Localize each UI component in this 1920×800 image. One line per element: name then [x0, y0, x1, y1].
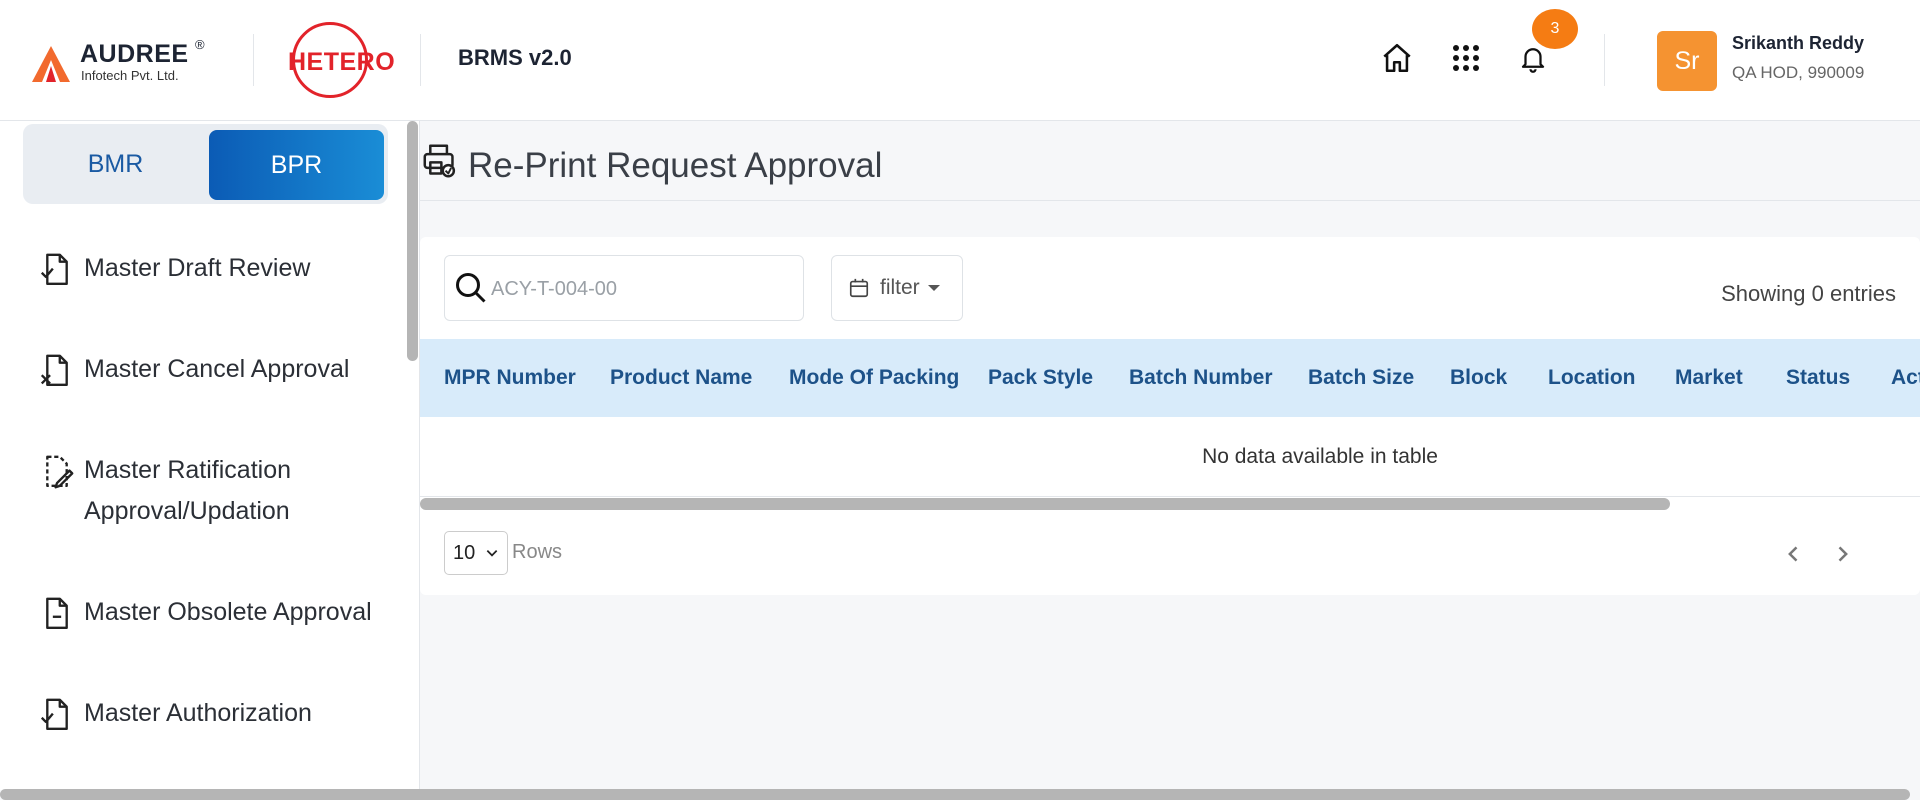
- chevron-down-icon: [486, 550, 498, 557]
- audree-logo-mark-icon: [32, 46, 70, 82]
- sidebar-item-label-line2: Approval/Updation: [84, 497, 290, 525]
- record-type-toggle: BMR BPR: [23, 124, 388, 204]
- user-role: QA HOD, 990009: [1732, 63, 1865, 82]
- filter-button[interactable]: filter: [831, 255, 963, 321]
- doc-minus-icon: [46, 597, 68, 630]
- company-subtitle: Infotech Pvt. Ltd.: [81, 68, 179, 83]
- table-horizontal-scrollbar[interactable]: [420, 498, 1670, 510]
- page-title-bar: Re-Print Request Approval: [420, 121, 1920, 201]
- client-logo-text: HETERO: [288, 48, 396, 76]
- column-header[interactable]: Location: [1548, 339, 1636, 417]
- filter-label: filter: [880, 276, 920, 299]
- doc-check-icon: [40, 253, 68, 286]
- sidebar-item-label: Master Authorization: [84, 699, 312, 727]
- sidebar-item-label: Master Cancel Approval: [84, 355, 350, 383]
- chevron-left-icon[interactable]: [1779, 537, 1809, 571]
- column-header[interactable]: Action: [1891, 339, 1920, 417]
- column-header[interactable]: Batch Number: [1129, 339, 1273, 417]
- table-header: MPR Number Product Name Mode Of Packing …: [420, 339, 1920, 417]
- doc-x-icon: [40, 354, 68, 387]
- entries-count: Showing 0 entries: [1721, 281, 1896, 306]
- user-name[interactable]: Srikanth Reddy: [1732, 33, 1864, 54]
- notification-count-badge[interactable]: 3: [1532, 9, 1578, 49]
- header-divider: [420, 34, 421, 86]
- page-title: Re-Print Request Approval: [468, 146, 883, 185]
- header-divider: [253, 34, 254, 86]
- toggle-bmr-button[interactable]: BMR: [23, 124, 208, 204]
- column-header[interactable]: Block: [1450, 339, 1507, 417]
- sidebar-scrollbar[interactable]: [407, 121, 418, 361]
- company-name: AUDREE: [80, 40, 189, 68]
- chevron-down-icon: [927, 285, 940, 291]
- hetero-logo: HETERO: [288, 22, 395, 98]
- rows-per-page-value: 10: [453, 541, 476, 564]
- apps-grid-icon[interactable]: [1448, 40, 1484, 76]
- app-name: BRMS v2.0: [458, 45, 572, 70]
- page-horizontal-scrollbar[interactable]: [0, 789, 1910, 800]
- rows-per-page-select[interactable]: 10: [444, 531, 508, 575]
- column-header[interactable]: Market: [1675, 339, 1743, 417]
- home-icon[interactable]: [1379, 40, 1415, 76]
- column-header[interactable]: Pack Style: [988, 339, 1093, 417]
- sidebar-item-master-cancel-approval[interactable]: Master Cancel Approval: [40, 349, 400, 390]
- toggle-bpr-button[interactable]: BPR: [209, 130, 384, 200]
- empty-table-message: No data available in table: [1202, 445, 1438, 468]
- column-header[interactable]: Status: [1786, 339, 1850, 417]
- sidebar-item-master-draft-review[interactable]: Master Draft Review: [40, 248, 400, 289]
- top-header: AUDREE ® Infotech Pvt. Ltd. HETERO BRMS …: [0, 0, 1920, 121]
- doc-check-icon: [40, 698, 68, 731]
- sidebar-item-label: Master Draft Review: [84, 254, 311, 282]
- search-icon: [456, 273, 486, 303]
- sidebar-item-master-obsolete-approval[interactable]: Master Obsolete Approval: [40, 592, 400, 633]
- sidebar-item-label: Master Ratification Approval/Updation: [84, 450, 291, 532]
- sidebar-item-label: Master Obsolete Approval: [84, 598, 372, 626]
- printer-icon: [423, 144, 456, 178]
- column-header[interactable]: Product Name: [610, 339, 752, 417]
- sidebar-item-master-authorization[interactable]: Master Authorization: [40, 693, 400, 734]
- sidebar-item-label-line1: Master Ratification: [84, 456, 292, 484]
- table-card: filter Showing 0 entries MPR Number Prod…: [420, 237, 1920, 595]
- column-header[interactable]: MPR Number: [444, 339, 576, 417]
- rows-label: Rows: [512, 541, 563, 563]
- column-header[interactable]: Mode Of Packing: [789, 339, 959, 417]
- sidebar-item-master-ratification[interactable]: Master Ratification Approval/Updation: [40, 450, 400, 532]
- registered-mark: ®: [195, 37, 205, 52]
- calendar-icon: [849, 278, 869, 298]
- chevron-right-icon[interactable]: [1827, 537, 1857, 571]
- search-input[interactable]: [491, 271, 791, 307]
- doc-edit-icon: [46, 455, 74, 489]
- search-box: [444, 255, 804, 321]
- audree-logo: AUDREE ® Infotech Pvt. Ltd.: [30, 37, 220, 85]
- sidebar: BMR BPR Master Draft Review Master Cance…: [0, 121, 420, 790]
- header-divider: [1604, 34, 1605, 86]
- column-header[interactable]: Batch Size: [1308, 339, 1414, 417]
- table-empty-row: No data available in table: [420, 417, 1920, 497]
- avatar[interactable]: Sr: [1657, 31, 1717, 91]
